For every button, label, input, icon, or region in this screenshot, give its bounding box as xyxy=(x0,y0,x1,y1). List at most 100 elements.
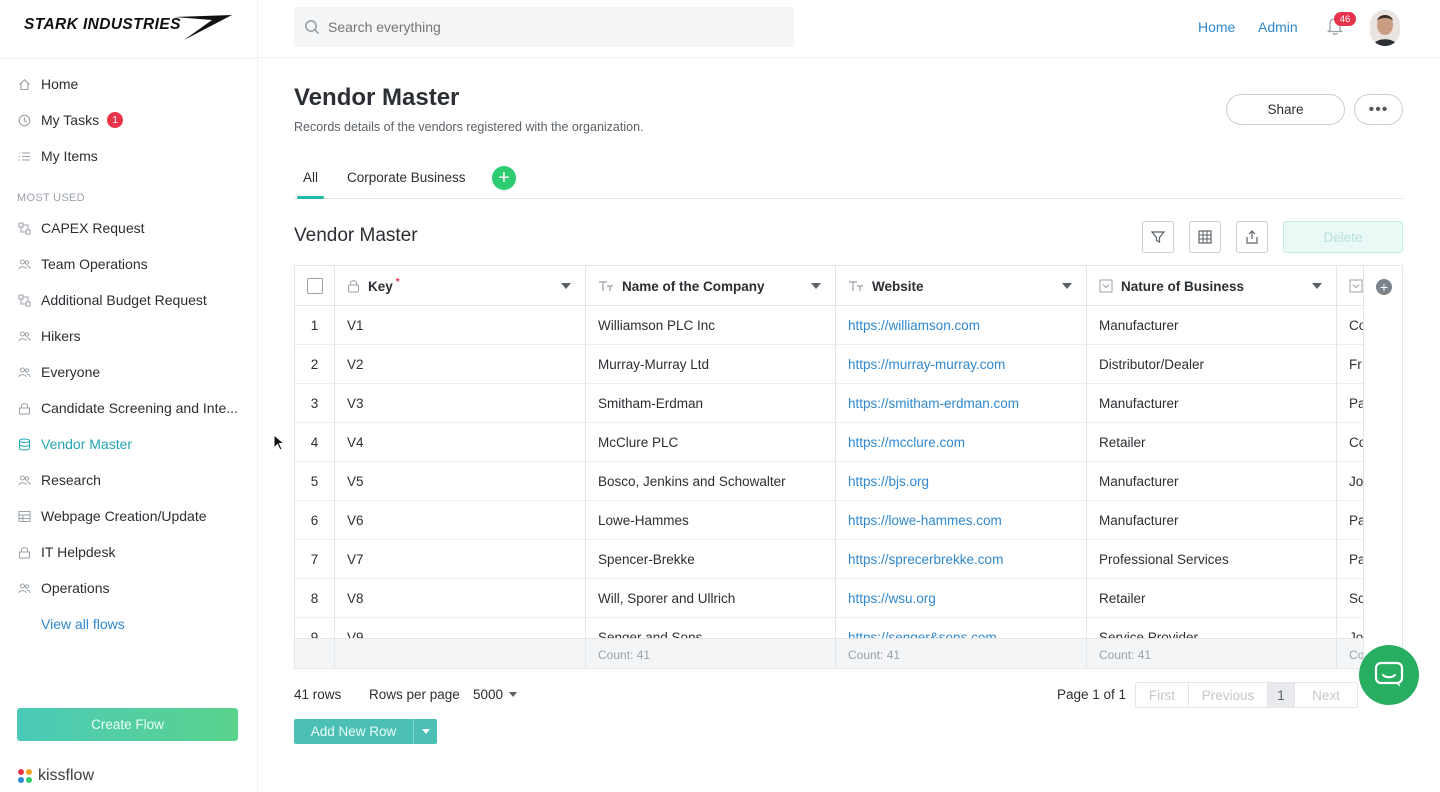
chevron-down-icon[interactable] xyxy=(561,283,571,289)
table-row[interactable]: 5 V5 Bosco, Jenkins and Schowalter https://… xyxy=(295,462,1402,501)
add-new-row-button[interactable]: Add New Row xyxy=(294,719,413,744)
page-title: Vendor Master xyxy=(294,84,460,111)
count-website: Count: 41 xyxy=(836,639,1087,668)
column-header-key[interactable]: Key * xyxy=(335,266,586,306)
sidebar-item-research[interactable]: Research xyxy=(0,462,258,498)
sidebar-item-my-tasks[interactable]: My Tasks 1 xyxy=(0,102,258,138)
table-row[interactable]: 1 V1 Williamson PLC Inc https://williamson.… xyxy=(295,306,1402,345)
more-options-button[interactable]: ••• xyxy=(1354,94,1403,125)
website-link[interactable]: https://bjs.org xyxy=(836,462,1087,501)
add-view-plus-icon[interactable]: + xyxy=(492,166,516,190)
add-row-dropdown-button[interactable] xyxy=(413,719,437,744)
chat-icon xyxy=(1374,661,1404,687)
delete-button[interactable]: Delete xyxy=(1283,221,1403,253)
column-header-nature-of-business[interactable]: Nature of Business xyxy=(1087,266,1337,306)
chevron-down-icon xyxy=(421,729,430,734)
sidebar-item-label: Home xyxy=(41,76,79,92)
website-link[interactable]: https://lowe-hammes.com xyxy=(836,501,1087,540)
chat-support-button[interactable] xyxy=(1359,645,1419,705)
top-nav-home[interactable]: Home xyxy=(1198,19,1235,35)
table-row[interactable]: 4 V4 McClure PLC https://mcclure.com Retaile… xyxy=(295,423,1402,462)
key-cell: V3 xyxy=(335,384,586,423)
lock-icon xyxy=(17,401,31,415)
sidebar-item-label: Team Operations xyxy=(41,256,148,272)
company-cell: Murray-Murray Ltd xyxy=(586,345,836,384)
sidebar-item-my-items[interactable]: My Items xyxy=(0,138,258,174)
row-number-cell: 5 xyxy=(295,462,335,501)
sidebar-item-team-operations[interactable]: Team Operations xyxy=(0,246,258,282)
count-nature: Count: 41 xyxy=(1087,639,1337,668)
column-header-company[interactable]: Name of the Company xyxy=(586,266,836,306)
columns-grid-icon xyxy=(1198,230,1212,244)
chevron-down-icon[interactable] xyxy=(1062,283,1072,289)
export-button[interactable] xyxy=(1236,221,1268,253)
sidebar-item-vendor-master[interactable]: Vendor Master xyxy=(0,426,258,462)
table-row[interactable]: 7 V7 Spencer-Brekke https://sprecerbrekke.c… xyxy=(295,540,1402,579)
first-page-button[interactable]: First xyxy=(1136,683,1189,707)
table-row[interactable]: 6 V6 Lowe-Hammes https://lowe-hammes.com Man… xyxy=(295,501,1402,540)
tab-corporate-business[interactable]: Corporate Business xyxy=(347,170,466,185)
primary-nav: Home My Tasks 1 My Items xyxy=(0,66,258,174)
chevron-down-icon[interactable] xyxy=(811,283,821,289)
column-header-website[interactable]: Website xyxy=(836,266,1087,306)
list-icon xyxy=(17,149,31,163)
top-nav-admin[interactable]: Admin xyxy=(1258,19,1298,35)
add-column-plus-icon[interactable]: + xyxy=(1376,279,1392,295)
search-input[interactable] xyxy=(328,19,768,35)
sidebar-item-it-helpdesk[interactable]: IT Helpdesk xyxy=(0,534,258,570)
people-icon xyxy=(17,329,31,343)
sidebar-item-webpage-creation[interactable]: Webpage Creation/Update xyxy=(0,498,258,534)
website-link[interactable]: https://wsu.org xyxy=(836,579,1087,618)
pagination: First Previous 1 Next xyxy=(1135,682,1358,708)
view-tabs: All Corporate Business + xyxy=(294,162,1403,199)
next-page-button[interactable]: Next xyxy=(1295,683,1357,707)
chevron-down-icon[interactable] xyxy=(1312,283,1322,289)
sidebar-item-label: Additional Budget Request xyxy=(41,292,207,308)
notification-count-badge: 46 xyxy=(1334,12,1356,26)
current-page-button[interactable]: 1 xyxy=(1268,683,1295,707)
row-number-cell: 4 xyxy=(295,423,335,462)
columns-button[interactable] xyxy=(1189,221,1221,253)
text-field-icon xyxy=(848,280,864,292)
partial-cell: Pa xyxy=(1349,396,1363,411)
sidebar-item-hikers[interactable]: Hikers xyxy=(0,318,258,354)
upload-icon xyxy=(1246,230,1258,244)
sidebar-item-label: Everyone xyxy=(41,364,101,380)
kissflow-icon xyxy=(18,769,32,783)
sidebar-item-candidate-screening[interactable]: Candidate Screening and Inte... xyxy=(0,390,258,426)
create-flow-button[interactable]: Create Flow xyxy=(17,708,238,741)
share-button[interactable]: Share xyxy=(1226,94,1345,125)
table-row[interactable]: 8 V8 Will, Sporer and Ullrich https://wsu.o… xyxy=(295,579,1402,618)
website-link[interactable]: https://sprecerbrekke.com xyxy=(836,540,1087,579)
website-link[interactable]: https://williamson.com xyxy=(836,306,1087,345)
search-box[interactable] xyxy=(294,7,794,47)
rows-count: 41 rows xyxy=(294,687,342,702)
sidebar-item-capex-request[interactable]: CAPEX Request xyxy=(0,210,258,246)
website-link[interactable]: https://mcclure.com xyxy=(836,423,1087,462)
previous-page-button[interactable]: Previous xyxy=(1189,683,1268,707)
table-row[interactable]: 2 V2 Murray-Murray Ltd https://murray-murra… xyxy=(295,345,1402,384)
key-cell: V2 xyxy=(335,345,586,384)
column-header-partial[interactable] xyxy=(1337,266,1363,306)
nature-cell: Professional Services xyxy=(1087,540,1337,579)
sidebar-item-home[interactable]: Home xyxy=(0,66,258,102)
sidebar-item-everyone[interactable]: Everyone xyxy=(0,354,258,390)
filter-icon xyxy=(1150,231,1166,243)
sidebar-item-operations[interactable]: Operations xyxy=(0,570,258,606)
avatar[interactable] xyxy=(1370,10,1400,46)
website-link[interactable]: https://smitham-erdman.com xyxy=(836,384,1087,423)
website-link[interactable]: https://murray-murray.com xyxy=(836,345,1087,384)
rows-per-page-select[interactable]: 5000 xyxy=(473,687,518,702)
brand-logo[interactable]: STARK INDUSTRIES xyxy=(24,14,234,42)
tab-all[interactable]: All xyxy=(296,170,325,199)
table-row[interactable]: 3 V3 Smitham-Erdman https://smitham-erdman.… xyxy=(295,384,1402,423)
row-number-cell: 1 xyxy=(295,306,335,345)
view-all-flows-link[interactable]: View all flows xyxy=(0,606,258,642)
filter-button[interactable] xyxy=(1142,221,1174,253)
row-number-cell: 6 xyxy=(295,501,335,540)
sidebar-item-additional-budget-request[interactable]: Additional Budget Request xyxy=(0,282,258,318)
company-cell: Smitham-Erdman xyxy=(586,384,836,423)
select-all-checkbox[interactable] xyxy=(307,278,323,294)
nature-cell: Distributor/Dealer xyxy=(1087,345,1337,384)
add-new-row-split-button: Add New Row xyxy=(294,719,437,744)
